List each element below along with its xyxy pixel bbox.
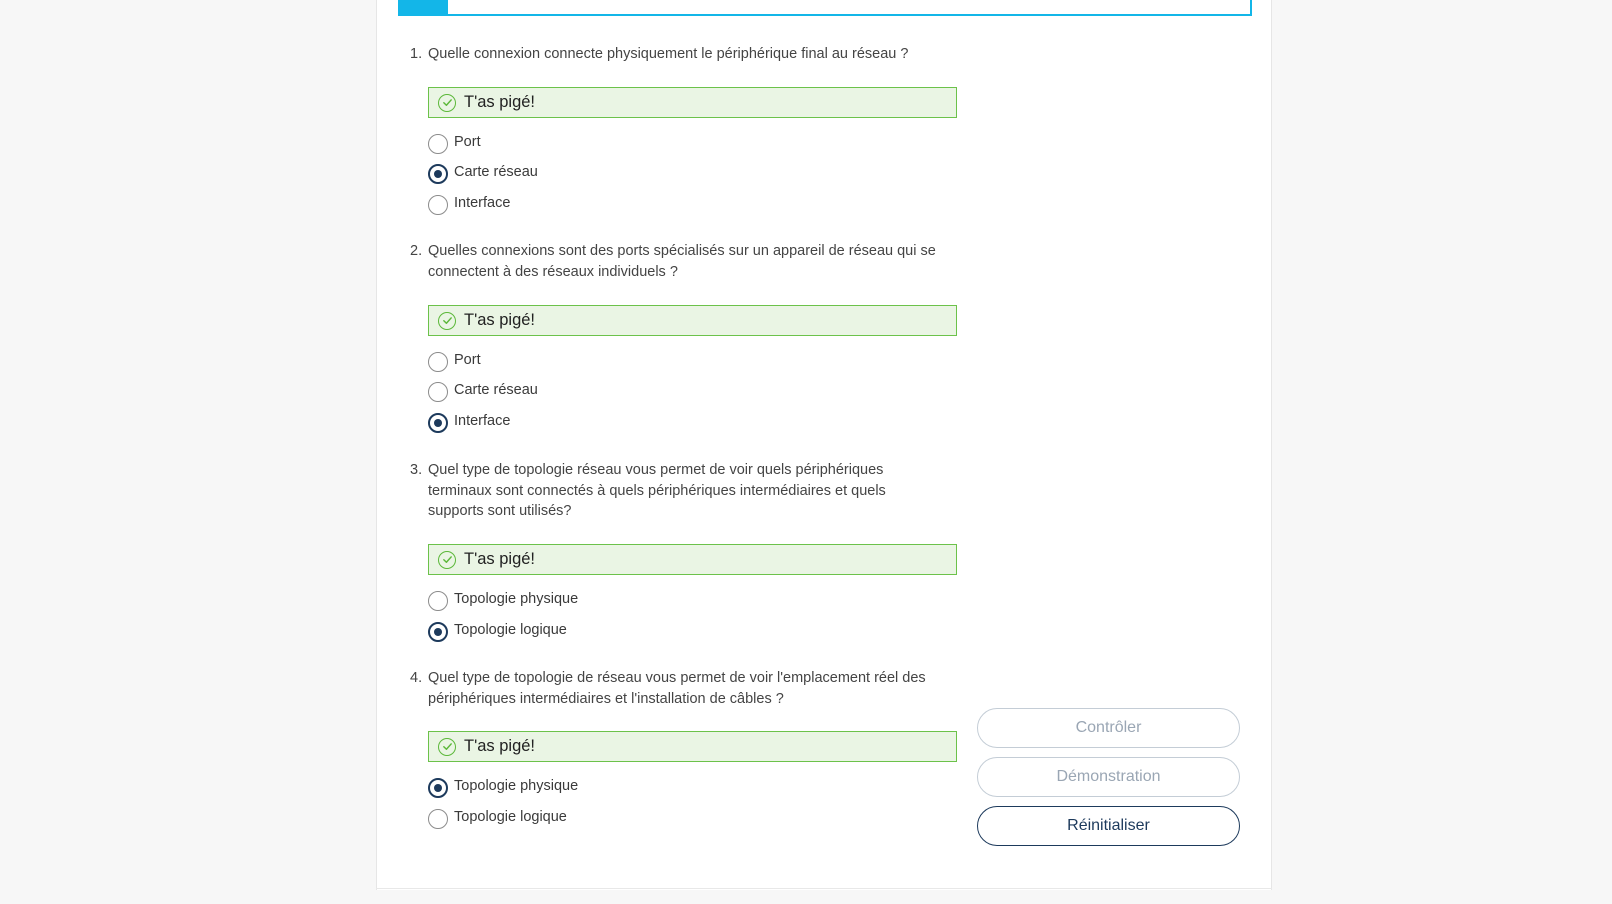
option-label: Carte réseau [454, 164, 538, 180]
option-interface-2[interactable]: Interface [428, 412, 510, 434]
option-port-2[interactable]: Port [428, 351, 481, 373]
question-number: 1. [410, 46, 423, 62]
feedback-text: T'as pigé! [464, 311, 536, 329]
option-label: Interface [454, 413, 511, 429]
radio-button-selected[interactable] [428, 622, 448, 642]
option-label: Carte réseau [454, 382, 538, 398]
option-carte-reseau-1[interactable]: Carte réseau [428, 163, 538, 185]
radio-button-selected[interactable] [428, 164, 448, 184]
question-text: Quelle connexion connecte physiquement l… [428, 46, 909, 62]
radio-button[interactable] [428, 809, 448, 829]
option-label: Topologie logique [454, 622, 567, 638]
feedback-text: T'as pigé! [464, 737, 536, 755]
radio-button[interactable] [428, 134, 448, 154]
question-number: 2. [410, 243, 423, 259]
check-button[interactable]: Contrôler [977, 708, 1240, 748]
radio-button[interactable] [428, 591, 448, 611]
option-topologie-physique-4[interactable]: Topologie physique [428, 777, 578, 799]
feedback-correct-2: T'as pigé! [428, 305, 957, 336]
option-label: Topologie physique [454, 778, 579, 794]
check-circle-icon [438, 550, 456, 569]
option-label: Topologie physique [454, 591, 579, 607]
option-label: Interface [454, 195, 511, 211]
check-circle-icon [438, 311, 456, 330]
radio-button[interactable] [428, 382, 448, 402]
option-topologie-logique-3[interactable]: Topologie logique [428, 621, 567, 643]
question-text: Quel type de topologie de réseau vous pe… [428, 670, 926, 707]
reset-button[interactable]: Réinitialiser [977, 806, 1240, 846]
question-text: Quelles connexions sont des ports spécia… [428, 243, 936, 280]
activity-header-banner [398, 0, 1252, 16]
feedback-correct-4: T'as pigé! [428, 731, 957, 762]
option-label: Topologie logique [454, 809, 567, 825]
option-topologie-logique-4[interactable]: Topologie logique [428, 808, 567, 830]
feedback-text: T'as pigé! [464, 93, 536, 111]
feedback-text: T'as pigé! [464, 550, 536, 568]
question-number: 4. [410, 670, 423, 686]
question-number: 3. [410, 462, 423, 478]
option-port-1[interactable]: Port [428, 133, 481, 155]
radio-button[interactable] [428, 195, 448, 215]
banner-accent [400, 0, 448, 14]
demo-button[interactable]: Démonstration [977, 757, 1240, 797]
radio-button[interactable] [428, 352, 448, 372]
feedback-correct-3: T'as pigé! [428, 544, 957, 575]
radio-button-selected[interactable] [428, 778, 448, 798]
option-label: Port [454, 134, 481, 150]
question-text: Quel type de topologie réseau vous perme… [428, 462, 886, 519]
option-carte-reseau-2[interactable]: Carte réseau [428, 381, 538, 403]
check-circle-icon [438, 93, 456, 112]
check-circle-icon [438, 737, 456, 756]
option-label: Port [454, 352, 481, 368]
option-interface-1[interactable]: Interface [428, 194, 510, 216]
card-divider [376, 888, 1272, 889]
option-topologie-physique-3[interactable]: Topologie physique [428, 590, 578, 612]
radio-button-selected[interactable] [428, 413, 448, 433]
feedback-correct-1: T'as pigé! [428, 87, 957, 118]
